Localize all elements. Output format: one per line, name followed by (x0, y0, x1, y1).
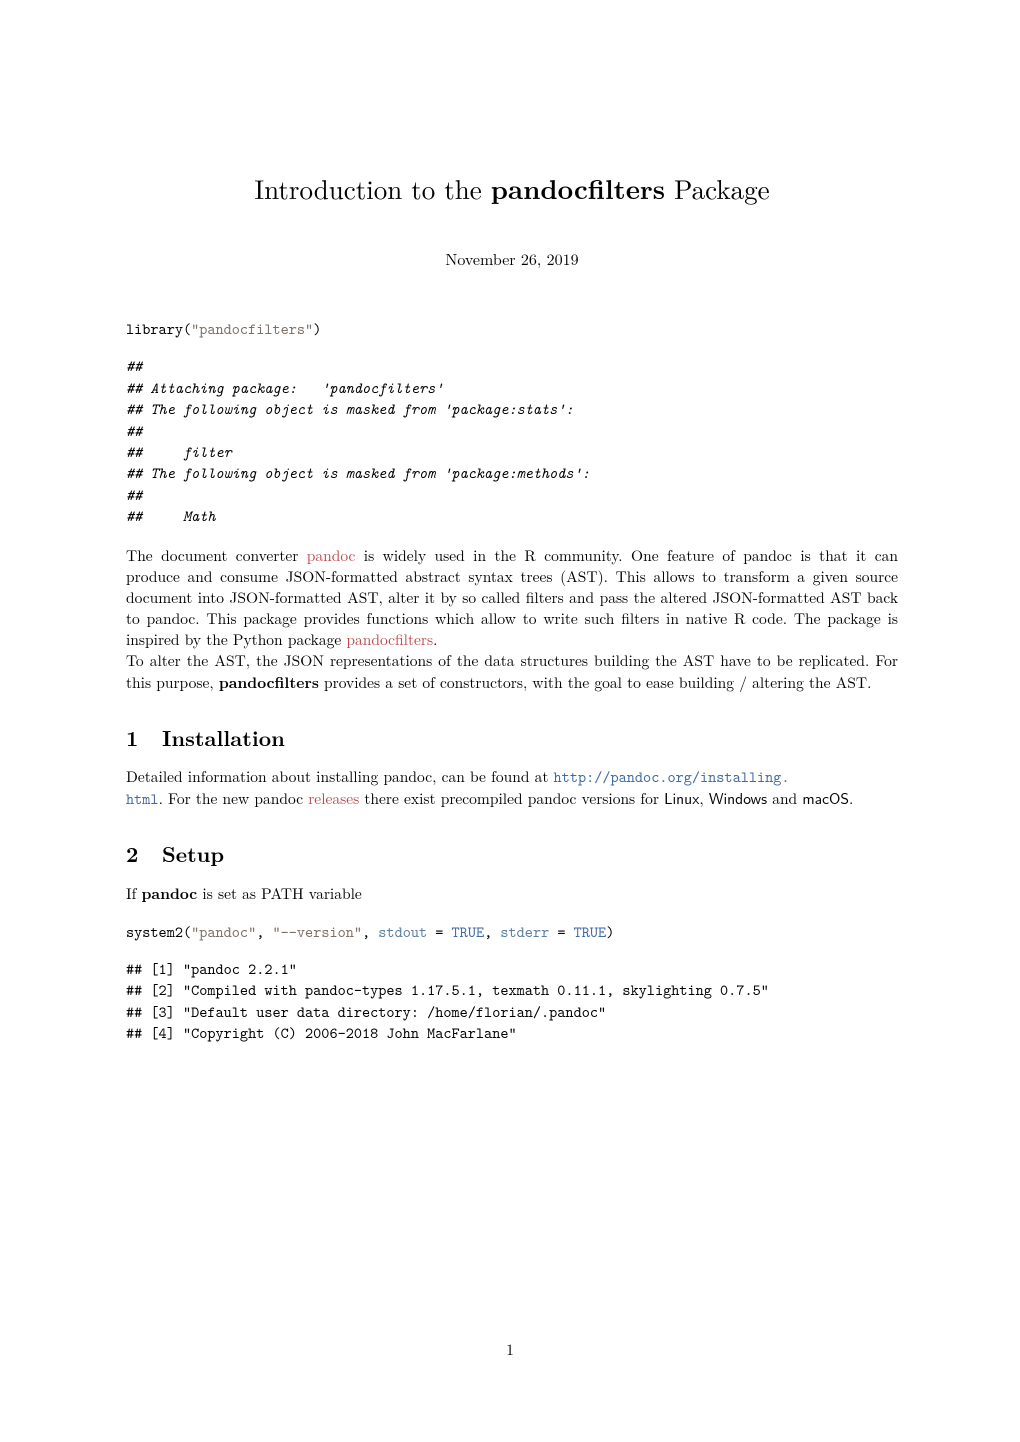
code-output-line: ## [3] "Default user data directory: /ho… (126, 1001, 898, 1022)
section-installation: 1Installation (126, 724, 898, 753)
title-suffix: Package (665, 169, 770, 207)
setup-paragraph: If pandoc is set as PATH variable (126, 883, 898, 905)
code-output-line: ## [4] "Copyright (C) 2006-2018 John Mac… (126, 1022, 898, 1043)
installation-paragraph: Detailed information about installing pa… (126, 767, 898, 810)
code-output-line: ## [1] "pandoc 2.2.1" (126, 958, 898, 979)
code-output-line: ## Attaching package: 'pandocfilters' (126, 377, 898, 398)
code-line: library("pandocfilters") (126, 318, 898, 339)
link-pandoc-install-cont[interactable]: html (126, 788, 159, 809)
code-block-library: library("pandocfilters") ## ## Attaching… (126, 318, 898, 526)
code-output-line: ## The following object is masked from '… (126, 462, 898, 483)
code-output-line: ## (126, 355, 898, 376)
code-output-line: ## [2] "Compiled with pandoc-types 1.17.… (126, 979, 898, 1000)
code-output-line: ## (126, 420, 898, 441)
link-pandoc[interactable]: pandoc (307, 545, 356, 566)
document-date: November 26, 2019 (126, 248, 898, 270)
os-windows: Windows (709, 786, 767, 809)
intro-paragraph: The document converter pandoc is widely … (126, 546, 898, 651)
os-macos: macOS (802, 786, 849, 809)
link-releases[interactable]: releases (308, 788, 359, 809)
code-output-line: ## Math (126, 505, 898, 526)
code-output-line: ## The following object is masked from '… (126, 398, 898, 419)
code-block-system2: system2("pandoc", "--version", stdout = … (126, 921, 898, 1044)
link-pandoc-install[interactable]: http://pandoc.org/installing. (554, 766, 790, 787)
os-linux: Linux (664, 786, 699, 809)
page-number: 1 (0, 1339, 1020, 1360)
code-output-line: ## filter (126, 441, 898, 462)
code-output-line: ## (126, 484, 898, 505)
code-line: system2("pandoc", "--version", stdout = … (126, 921, 898, 942)
title-bold: pandocfilters (491, 168, 665, 207)
intro-paragraph-2: To alter the AST, the JSON representatio… (126, 651, 898, 694)
section-setup: 2Setup (126, 840, 898, 869)
page-title: Introduction to the pandocfilters Packag… (126, 170, 898, 206)
link-pandocfilters-py[interactable]: pandocfilters (346, 629, 433, 650)
title-prefix: Introduction to the (254, 169, 490, 207)
